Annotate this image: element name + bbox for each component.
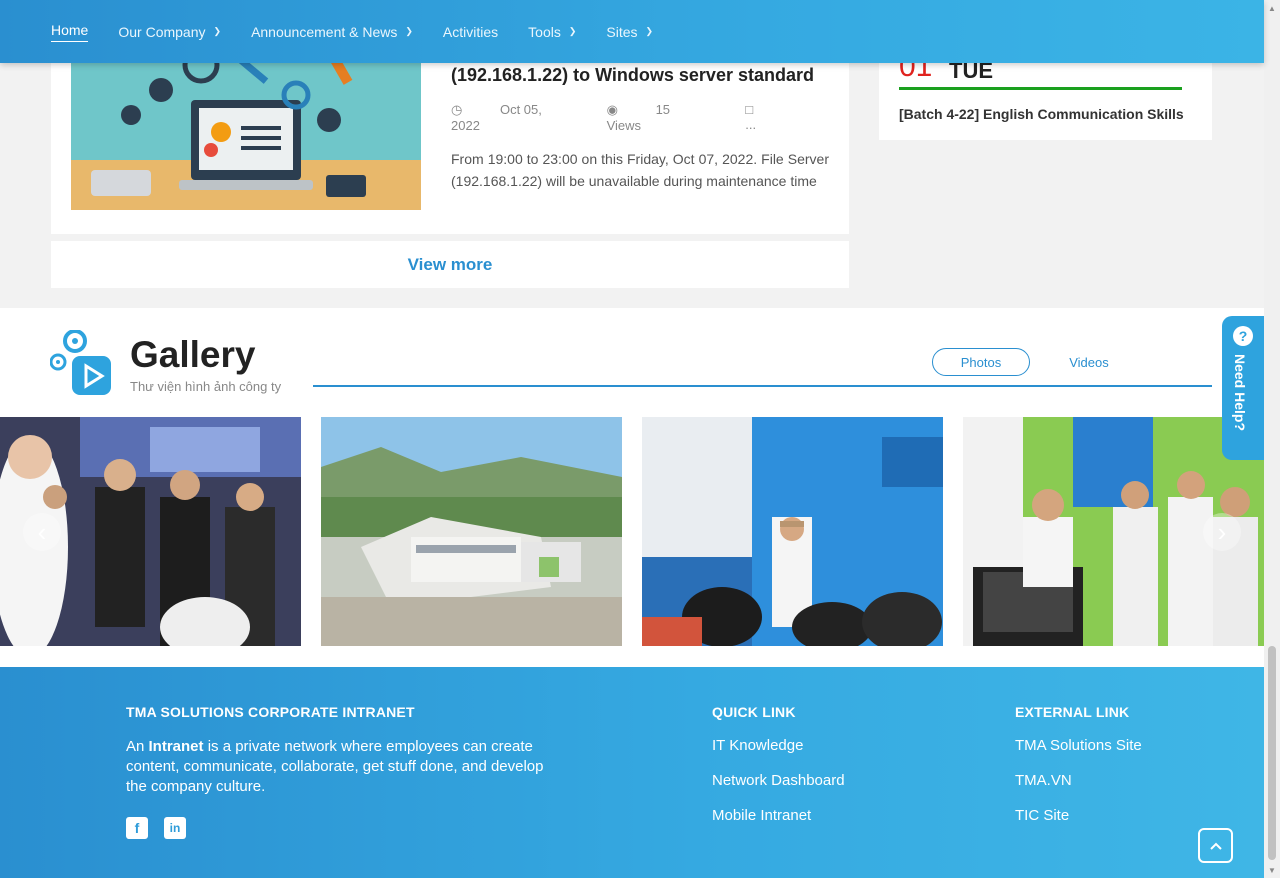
comment-icon: □ bbox=[745, 102, 754, 117]
nav-label: Tools bbox=[528, 23, 561, 40]
gallery-photo-2[interactable] bbox=[321, 417, 622, 646]
external-link-tma-solutions[interactable]: TMA Solutions Site bbox=[1015, 737, 1142, 754]
photo-event-speaker bbox=[642, 417, 943, 646]
facebook-icon[interactable]: f bbox=[126, 817, 148, 839]
nav-label: Announcement & News bbox=[251, 23, 398, 40]
news-title[interactable]: (192.168.1.22) to Windows server standar… bbox=[451, 65, 831, 86]
nav-home-label: Home bbox=[51, 22, 89, 42]
gallery-prev-button[interactable]: ‹ bbox=[23, 513, 61, 551]
tab-photos[interactable]: Photos bbox=[932, 348, 1030, 376]
chevron-right-icon: › bbox=[1217, 516, 1227, 547]
event-divider bbox=[899, 87, 1182, 90]
news-meta: ◷ Oct 05, 2022 ◉ 15 Views □ ... bbox=[451, 102, 849, 133]
external-link-tma-vn[interactable]: TMA.VN bbox=[1015, 772, 1072, 789]
gallery-divider bbox=[313, 385, 1212, 387]
chevron-up-icon bbox=[1209, 842, 1222, 850]
news-comments[interactable]: □ ... bbox=[745, 102, 815, 133]
chevron-left-icon: ‹ bbox=[37, 516, 47, 547]
eye-icon: ◉ bbox=[606, 102, 622, 117]
footer-about-pre: An bbox=[126, 738, 149, 755]
quick-link-network-dashboard[interactable]: Network Dashboard bbox=[712, 772, 845, 789]
clock-icon: ◷ bbox=[451, 102, 466, 117]
maintenance-illustration bbox=[71, 40, 421, 210]
footer-external-heading: EXTERNAL LINK bbox=[1015, 704, 1130, 720]
gallery-section: Gallery Thư viện hình ảnh công ty Photos… bbox=[0, 308, 1264, 667]
gallery-next-button[interactable]: › bbox=[1203, 513, 1241, 551]
scroll-up-arrow-icon[interactable]: ▲ bbox=[1264, 0, 1280, 16]
quick-link-it-knowledge[interactable]: IT Knowledge bbox=[712, 737, 803, 754]
gallery-photo-3[interactable] bbox=[642, 417, 943, 646]
external-link-tic-site[interactable]: TIC Site bbox=[1015, 807, 1069, 824]
need-help-button[interactable]: ? Need Help? bbox=[1222, 316, 1264, 460]
news-card: (192.168.1.22) to Windows server standar… bbox=[51, 40, 849, 234]
linkedin-icon[interactable]: in bbox=[164, 817, 186, 839]
scrollbar-thumb[interactable] bbox=[1268, 646, 1276, 860]
gallery-title: Gallery bbox=[130, 334, 256, 375]
top-navbar: Home Our Company ❯ Announcement & News ❯ A… bbox=[0, 0, 1264, 63]
chevron-down-icon: ❯ bbox=[645, 26, 654, 36]
nav-announcement-news[interactable]: Announcement & News ❯ bbox=[251, 24, 413, 40]
page-scrollbar[interactable]: ▲ ▼ bbox=[1264, 0, 1280, 878]
nav-home[interactable]: Home bbox=[51, 22, 89, 42]
nav-our-company[interactable]: Our Company ❯ bbox=[118, 24, 221, 40]
question-icon: ? bbox=[1233, 326, 1253, 346]
quick-link-mobile-intranet[interactable]: Mobile Intranet bbox=[712, 807, 811, 824]
gallery-subtitle: Thư viện hình ảnh công ty bbox=[130, 379, 282, 394]
nav-sites[interactable]: Sites ❯ bbox=[606, 24, 653, 40]
need-help-label: Need Help? bbox=[1232, 354, 1248, 432]
photo-campus-construction bbox=[321, 417, 622, 646]
chevron-down-icon: ❯ bbox=[405, 26, 413, 36]
news-comments-text: ... bbox=[745, 117, 757, 132]
footer: TMA SOLUTIONS CORPORATE INTRANET An Intr… bbox=[0, 667, 1264, 878]
chevron-down-icon: ❯ bbox=[213, 26, 222, 36]
footer-about-text: An Intranet is a private network where e… bbox=[126, 737, 546, 797]
scroll-to-top-button[interactable] bbox=[1198, 828, 1233, 863]
footer-about-bold: Intranet bbox=[148, 738, 204, 755]
nav-label: Activities bbox=[442, 23, 499, 40]
view-more-button[interactable]: View more bbox=[51, 241, 849, 288]
news-date: ◷ Oct 05, 2022 bbox=[451, 102, 573, 133]
scroll-down-arrow-icon[interactable]: ▼ bbox=[1264, 862, 1280, 878]
nav-activities[interactable]: Activities bbox=[443, 24, 498, 40]
news-views: ◉ 15 Views bbox=[607, 102, 712, 133]
news-excerpt: From 19:00 to 23:00 on this Friday, Oct … bbox=[451, 151, 829, 189]
tab-videos[interactable]: Videos bbox=[1040, 348, 1138, 376]
chevron-down-icon: ❯ bbox=[568, 26, 577, 36]
nav-tools[interactable]: Tools ❯ bbox=[528, 24, 576, 40]
footer-quick-heading: QUICK LINK bbox=[712, 704, 796, 720]
nav-label: Our Company bbox=[118, 23, 206, 40]
gallery-icon bbox=[50, 330, 111, 395]
news-thumbnail[interactable] bbox=[71, 40, 421, 210]
event-title[interactable]: [Batch 4-22] English Communication Skill… bbox=[899, 106, 1189, 122]
nav-label: Sites bbox=[606, 23, 638, 40]
main-menu: Home Our Company ❯ Announcement & News ❯ A… bbox=[51, 0, 683, 63]
footer-about-heading: TMA SOLUTIONS CORPORATE INTRANET bbox=[126, 704, 415, 720]
